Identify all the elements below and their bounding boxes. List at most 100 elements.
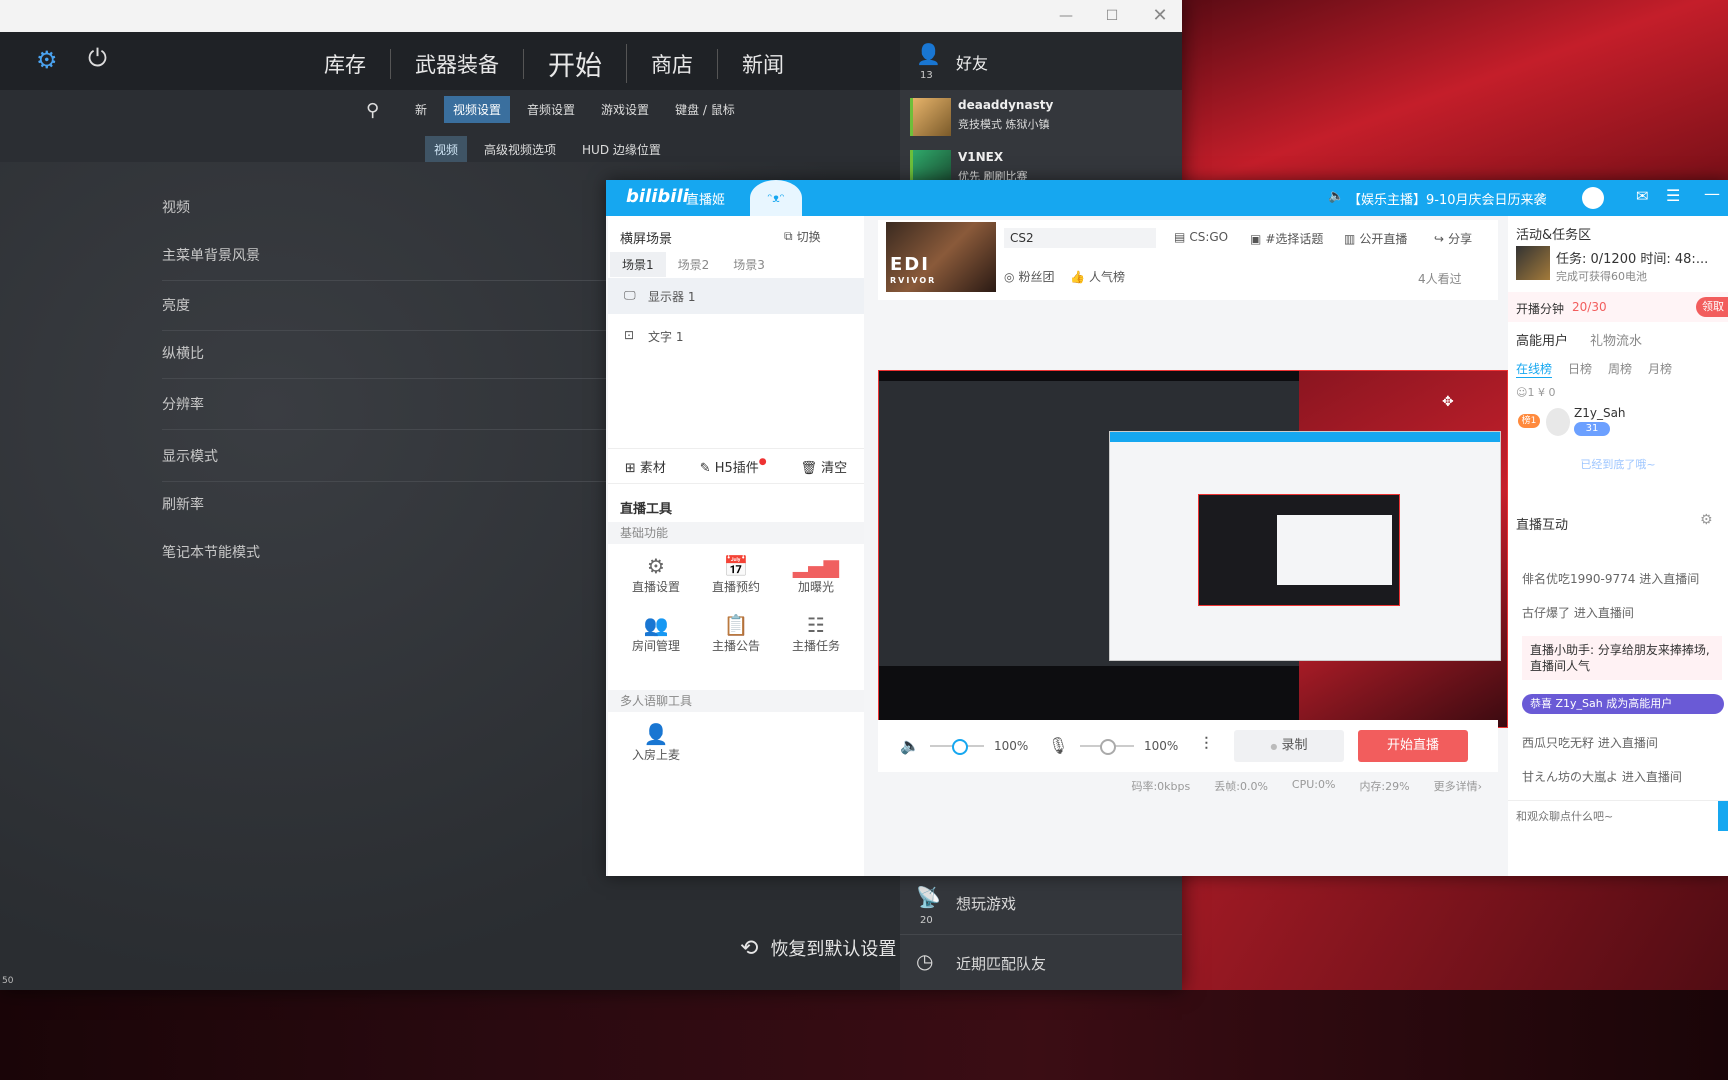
- room-manage-tool[interactable]: 👥 房间管理: [616, 613, 696, 654]
- want-to-play-label: 想玩游戏: [956, 895, 1017, 913]
- nav-loadout[interactable]: 武器装备: [391, 48, 524, 79]
- source-item-text[interactable]: ⊡ 文字 1: [608, 318, 864, 354]
- settings-row[interactable]: 主菜单背景风景: [162, 232, 622, 281]
- top-user-name[interactable]: Z1y_Sah: [1574, 406, 1626, 420]
- nav-inventory[interactable]: 库存: [300, 48, 391, 79]
- tab-scene-2[interactable]: 场景2: [666, 252, 722, 277]
- live-settings-tool[interactable]: ⚙ 直播设置: [616, 554, 696, 595]
- claim-button[interactable]: 领取: [1696, 297, 1728, 317]
- volume-thumb[interactable]: [952, 739, 968, 755]
- video-subtabs: 视频 高级视频选项 HUD 边缘位置: [425, 136, 670, 163]
- minutes-value: 20/30: [1572, 300, 1607, 314]
- move-handle-icon[interactable]: ✥: [1442, 394, 1454, 410]
- mic-slider[interactable]: [1080, 739, 1134, 755]
- search-icon[interactable]: ⚲: [366, 100, 379, 121]
- boost-exposure-tool[interactable]: ▂▄▆ 加曝光: [776, 554, 856, 595]
- share-label: 分享: [1448, 232, 1473, 246]
- fans-label: 粉丝团: [1018, 270, 1055, 284]
- announcement-tool[interactable]: 📋 主播公告: [696, 613, 776, 654]
- record-button[interactable]: ● 录制: [1234, 730, 1344, 762]
- share-icon: ↪: [1434, 231, 1445, 246]
- subtab-advanced-video[interactable]: 高级视频选项: [475, 136, 565, 163]
- mail-icon[interactable]: ✉: [1636, 187, 1649, 205]
- stream-cover[interactable]: EDI RVIVOR: [886, 222, 996, 292]
- fans-club-chip[interactable]: ◎ 粉丝团: [1004, 268, 1055, 285]
- tab-scene-1[interactable]: 场景1: [610, 252, 666, 277]
- nav-store[interactable]: 商店: [627, 48, 718, 79]
- chat-input[interactable]: [1514, 805, 1698, 827]
- more-details-link[interactable]: 更多详情›: [1434, 778, 1482, 800]
- avatar[interactable]: [1546, 408, 1570, 436]
- settings-row[interactable]: 纵横比: [162, 330, 622, 379]
- add-material-button[interactable]: ⊞ 素材: [625, 457, 666, 476]
- interact-title: 直播互动: [1516, 518, 1569, 533]
- close-icon[interactable]: ✕: [1148, 4, 1172, 28]
- settings-row[interactable]: 显示模式: [162, 433, 622, 482]
- maximize-icon[interactable]: ☐: [1100, 4, 1124, 28]
- switch-scene-button[interactable]: ⧉ 切换: [784, 228, 821, 245]
- h5-plugin-button[interactable]: ✎ H5插件●: [700, 457, 767, 476]
- category-icon: ▤: [1174, 230, 1186, 244]
- settings-row[interactable]: 刷新率: [162, 481, 622, 529]
- settings-row[interactable]: 亮度: [162, 282, 622, 331]
- mixer-icon[interactable]: ⫶: [1204, 734, 1209, 755]
- cpu-status: CPU:0%: [1291, 778, 1336, 791]
- subtab-video[interactable]: 视频: [425, 136, 468, 163]
- tab-online-rank[interactable]: 在线榜: [1516, 360, 1553, 378]
- tab-game-settings[interactable]: 游戏设置: [592, 96, 658, 123]
- settings-row[interactable]: 分辨率: [162, 381, 622, 430]
- stream-preview[interactable]: [878, 370, 1508, 728]
- volume-slider[interactable]: [930, 739, 984, 755]
- tab-audio-settings[interactable]: 音频设置: [518, 96, 584, 123]
- power-icon[interactable]: ⏻: [88, 44, 107, 72]
- tab-daily-rank[interactable]: 日榜: [1568, 360, 1592, 378]
- tab-video-settings[interactable]: 视频设置: [444, 96, 511, 123]
- tool-label: 入房上麦: [631, 748, 680, 762]
- activity-banner[interactable]: [1516, 246, 1550, 280]
- tab-high-energy-users[interactable]: 高能用户: [1516, 330, 1568, 349]
- minimize-icon[interactable]: —: [1704, 184, 1720, 203]
- category-chip[interactable]: ▤ CS:GO: [1174, 230, 1228, 244]
- recent-teammates-button[interactable]: ◷ 近期匹配队友: [900, 934, 1182, 990]
- preview-nested-preview: [1198, 494, 1400, 606]
- minutes-label: 开播分钟: [1516, 302, 1565, 316]
- menu-icon[interactable]: ☰: [1666, 186, 1680, 205]
- tab-gift-flow[interactable]: 礼物流水: [1590, 330, 1642, 349]
- tab-keyboard-mouse[interactable]: 键盘 / 鼠标: [666, 96, 744, 123]
- gear-icon[interactable]: ⚙: [36, 46, 58, 74]
- nav-news[interactable]: 新闻: [718, 49, 808, 79]
- tool-label: 直播设置: [631, 580, 680, 594]
- clear-button[interactable]: 🗑 清空: [800, 457, 847, 476]
- topic-chip[interactable]: ▣ #选择话题: [1250, 230, 1323, 247]
- restore-defaults-button[interactable]: ⟲ 恢复到默认设置: [740, 935, 896, 961]
- settings-icon[interactable]: ⚙: [1700, 512, 1713, 528]
- host-task-tool[interactable]: ☷ 主播任务: [776, 613, 856, 654]
- want-to-play-button[interactable]: 📡 20 想玩游戏: [900, 876, 1182, 933]
- subtab-hud-edge[interactable]: HUD 边缘位置: [573, 136, 670, 163]
- nav-play[interactable]: 开始: [524, 44, 627, 83]
- broadcast-icon: 📡: [916, 885, 941, 909]
- friend-item[interactable]: deaaddynasty 竞技模式 炼狱小镇: [900, 92, 1182, 144]
- avatar[interactable]: [1582, 187, 1604, 209]
- tab-new[interactable]: 新: [406, 96, 436, 123]
- speaker-icon[interactable]: 🔈: [900, 736, 920, 755]
- source-item-monitor[interactable]: 🖵 显示器 1: [608, 278, 864, 314]
- tab-weekly-rank[interactable]: 周榜: [1608, 360, 1632, 378]
- start-live-button[interactable]: 开始直播: [1358, 730, 1468, 762]
- settings-row[interactable]: 笔记本节能模式: [162, 529, 622, 577]
- stream-title-input[interactable]: CS2: [1004, 228, 1156, 248]
- mic-muted-icon[interactable]: 🎙: [1048, 736, 1068, 755]
- mic-thumb[interactable]: [1100, 739, 1116, 755]
- share-button[interactable]: ↪ 分享: [1434, 230, 1472, 247]
- announcement-text[interactable]: 【娱乐主播】9-10月庆会日历来袭: [1348, 189, 1547, 208]
- tab-scene-3[interactable]: 场景3: [721, 252, 777, 277]
- tab-monthly-rank[interactable]: 月榜: [1648, 360, 1672, 378]
- dropped-frames-status: 丢帧:0.0%: [1214, 780, 1268, 793]
- friends-header[interactable]: 👤 13 好友: [900, 32, 1182, 90]
- public-live-chip[interactable]: ▥ 公开直播: [1344, 230, 1407, 247]
- minimize-icon[interactable]: —: [1054, 4, 1078, 28]
- live-schedule-tool[interactable]: 📅 直播预约: [696, 554, 776, 595]
- join-mic-tool[interactable]: 👤 入房上麦: [616, 722, 696, 763]
- popularity-chip[interactable]: 👍 人气榜: [1070, 268, 1125, 285]
- send-button[interactable]: [1718, 801, 1728, 831]
